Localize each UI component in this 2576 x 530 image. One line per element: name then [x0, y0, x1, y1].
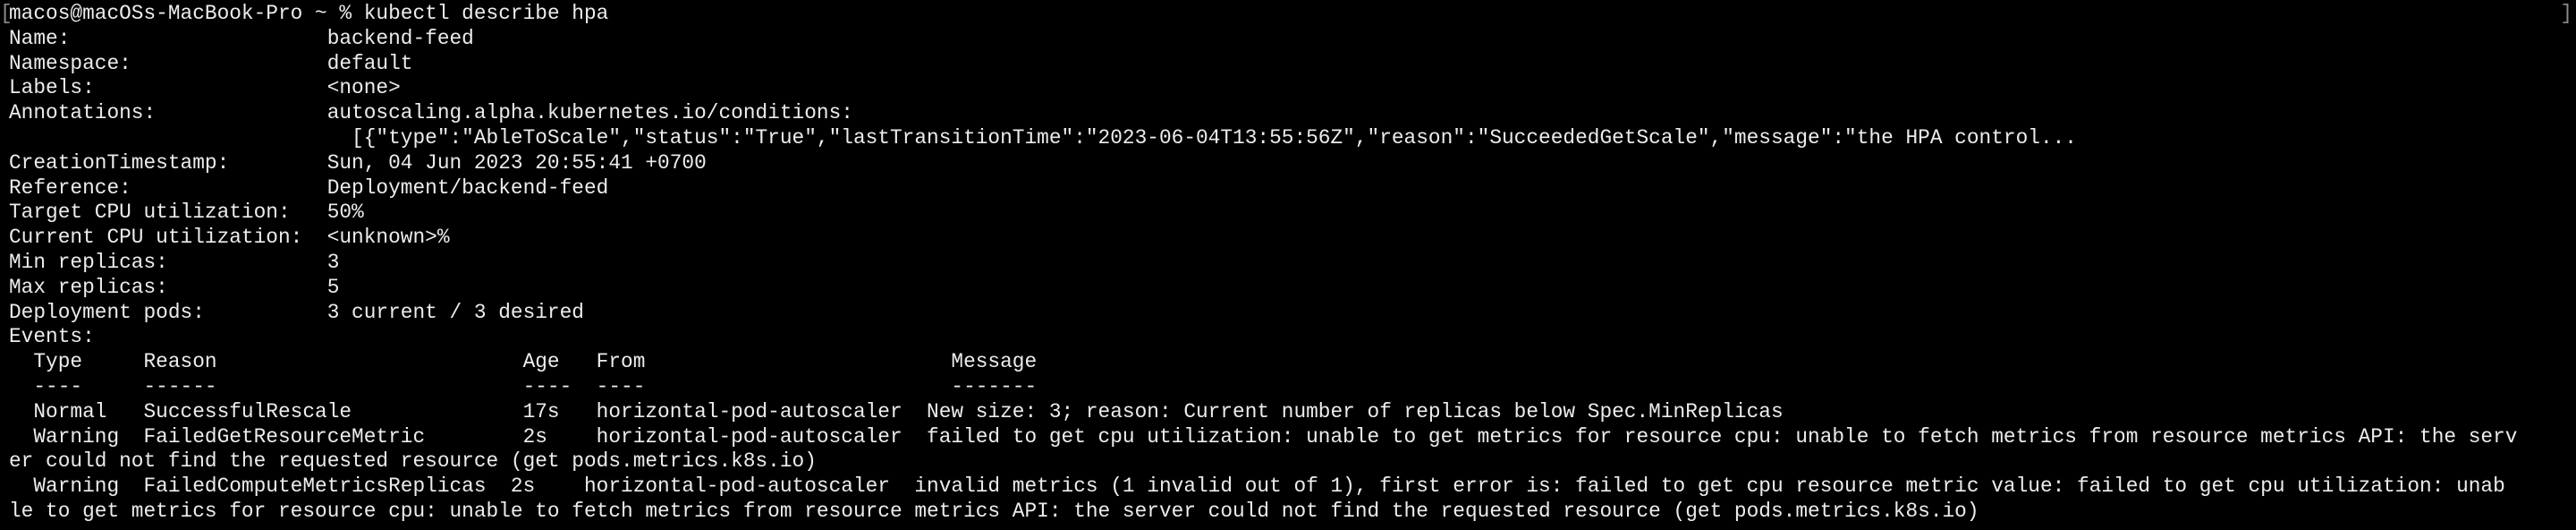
events-table-divider: ---- ------ ---- ---- -------: [9, 374, 1038, 398]
command-line: macos@macOSs-MacBook-Pro ~ % kubectl des…: [9, 2, 2567, 27]
output-line-target-cpu: Target CPU utilization: 50%: [9, 201, 364, 225]
output-line-deployment-pods: Deployment pods: 3 current / 3 desired: [9, 300, 584, 324]
terminal-window[interactable]: [ ] macos@macOSs-MacBook-Pro ~ % kubectl…: [0, 0, 2576, 530]
output-line-reference: Reference: Deployment/backend-feed: [9, 175, 609, 200]
events-table-row: Warning FailedComputeMetricsReplicas 2s …: [9, 474, 2505, 499]
command-text: kubectl describe hpa: [363, 2, 609, 25]
right-bracket-marker: ]: [2560, 2, 2572, 25]
output-line-min-replicas: Min replicas: 3: [9, 250, 340, 274]
output-line-max-replicas: Max replicas: 5: [9, 275, 340, 299]
output-line-creation-timestamp: CreationTimestamp: Sun, 04 Jun 2023 20:5…: [9, 150, 707, 175]
output-line-labels: Labels: <none>: [9, 76, 401, 100]
output-line-events: Events:: [9, 325, 95, 349]
events-table-row-wrap: le to get metrics for resource cpu: unab…: [9, 499, 1979, 523]
events-table-header: Type Reason Age From Message: [9, 350, 1038, 374]
events-table-row-wrap: er could not find the requested resource…: [9, 449, 817, 474]
output-line-namespace: Namespace: default: [9, 51, 413, 75]
output-line-annotation-value: [{"type":"AbleToScale","status":"True","…: [9, 125, 2077, 150]
output-line-name: Name: backend-feed: [9, 26, 474, 50]
left-bracket-marker: [: [0, 2, 13, 25]
output-line-annotations: Annotations: autoscaling.alpha.kubernete…: [9, 101, 853, 125]
events-table-row: Warning FailedGetResourceMetric 2s horiz…: [9, 424, 2518, 449]
output-line-current-cpu: Current CPU utilization: <unknown>%: [9, 226, 450, 250]
shell-prompt: macos@macOSs-MacBook-Pro ~ %: [9, 2, 364, 25]
events-table-row: Normal SuccessfulRescale 17s horizontal-…: [9, 399, 1784, 423]
